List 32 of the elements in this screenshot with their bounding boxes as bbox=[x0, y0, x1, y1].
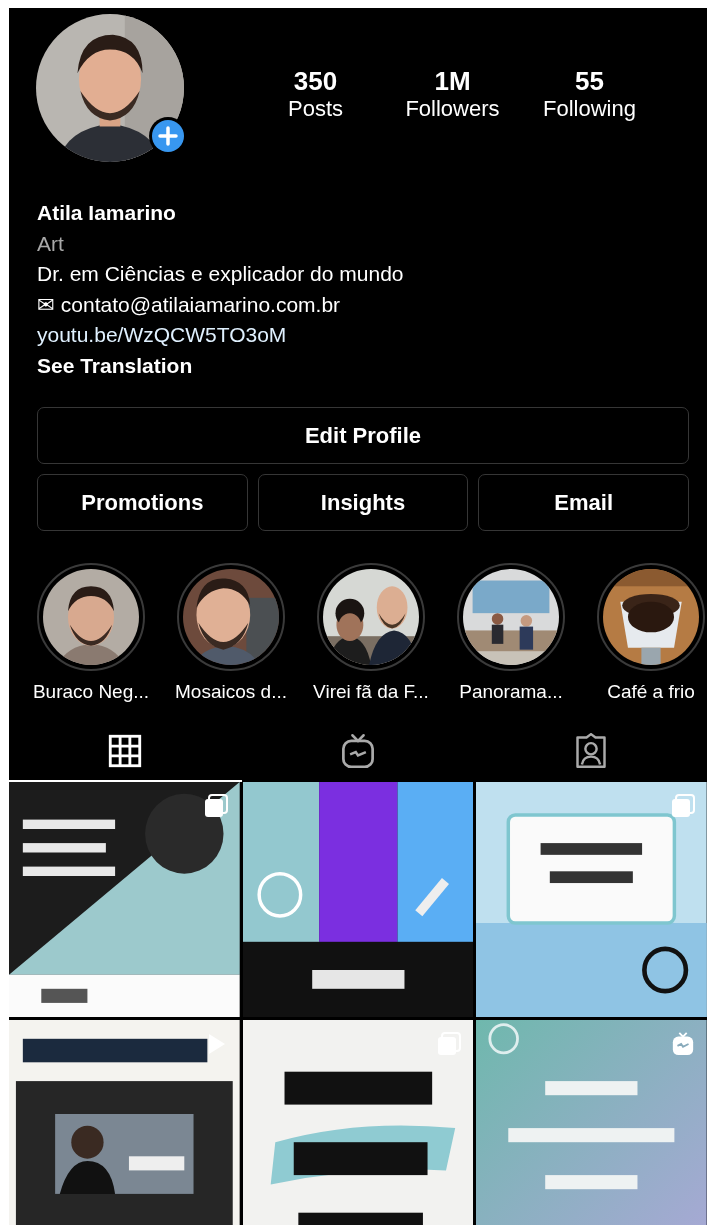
bio-text: Dr. em Ciências e explicador do mundo bbox=[37, 261, 404, 287]
story-highlight[interactable] bbox=[37, 563, 145, 671]
multiple-photos-icon bbox=[203, 794, 228, 818]
grid-icon bbox=[108, 733, 143, 769]
profile-action-button[interactable]: Email bbox=[478, 474, 689, 531]
stat-count[interactable]: 1M bbox=[434, 66, 471, 96]
highlight-label[interactable]: Panorama... bbox=[459, 681, 563, 703]
tv-icon bbox=[341, 733, 375, 769]
highlight-label[interactable]: Virei fã da F... bbox=[313, 681, 429, 703]
stat-label[interactable]: Posts bbox=[288, 96, 343, 122]
profile-category: Art bbox=[37, 230, 64, 257]
story-highlight[interactable] bbox=[597, 563, 705, 671]
tv-icon bbox=[671, 1032, 695, 1056]
highlight-label[interactable]: Mosaicos d... bbox=[175, 681, 287, 703]
story-highlight[interactable] bbox=[317, 563, 425, 671]
highlight-label[interactable]: Café a frio bbox=[607, 681, 695, 703]
highlight-label[interactable]: Buraco Neg... bbox=[32, 681, 150, 703]
stat-count[interactable]: 55 bbox=[575, 66, 604, 96]
edit-profile-button[interactable]: Edit Profile bbox=[37, 407, 689, 464]
see-translation-link[interactable]: See Translation bbox=[37, 350, 193, 381]
profile-link[interactable]: youtu.be/WzQCW5TO3oM bbox=[37, 320, 287, 351]
profile-action-button[interactable]: Promotions bbox=[37, 474, 248, 531]
tagged-person-icon bbox=[573, 733, 608, 769]
stat-label[interactable]: Followers bbox=[405, 96, 500, 122]
story-highlight[interactable] bbox=[177, 563, 285, 671]
multiple-photos-icon bbox=[671, 794, 695, 818]
stat-count[interactable]: 350 bbox=[293, 66, 338, 96]
stat-label[interactable]: Following bbox=[543, 96, 636, 122]
story-highlight[interactable] bbox=[457, 563, 565, 671]
profile-action-button[interactable]: Insights bbox=[257, 474, 469, 531]
profile-name: Atila Iamarino bbox=[37, 200, 176, 226]
email-text: ✉ contato@atilaiamarino.com.br bbox=[37, 291, 341, 318]
